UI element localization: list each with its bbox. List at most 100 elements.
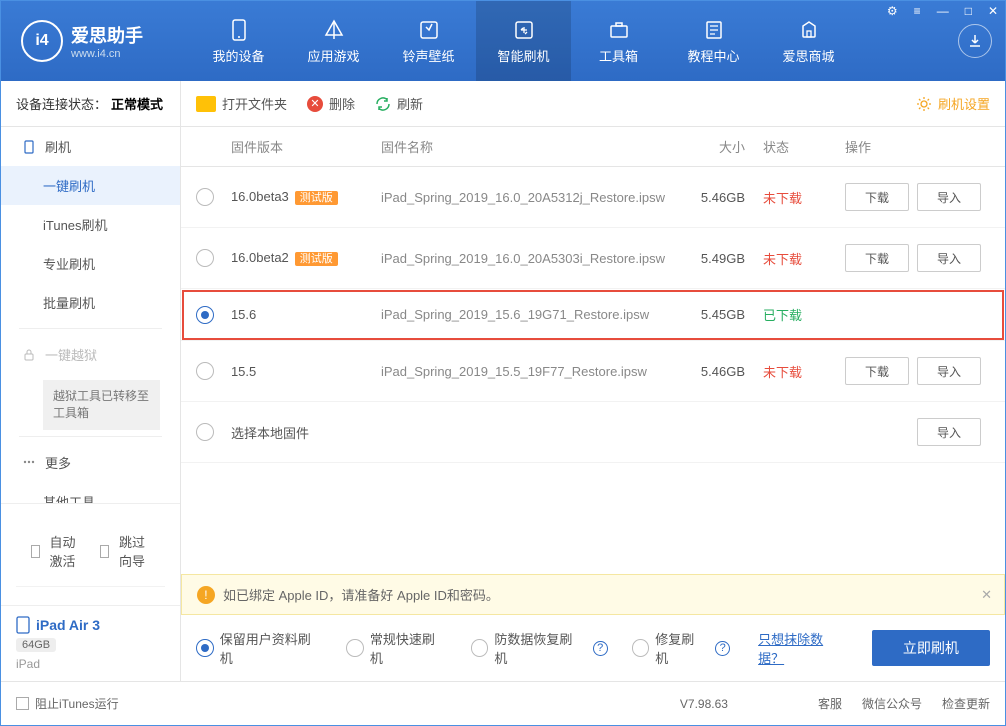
firmware-version: 15.6 (231, 307, 256, 322)
firmware-name: iPad_Spring_2019_16.0_20A5303i_Restore.i… (381, 251, 665, 266)
nav-icon (417, 18, 441, 42)
lock-icon (21, 347, 37, 363)
firmware-size: 5.46GB (665, 364, 745, 379)
header-version: 固件版本 (231, 137, 381, 156)
download-button[interactable]: 下载 (845, 244, 909, 272)
maximize-icon[interactable]: □ (961, 2, 976, 20)
flash-now-button[interactable]: 立即刷机 (872, 630, 990, 666)
gear-icon (916, 96, 932, 112)
header-ops: 操作 (825, 137, 990, 156)
flash-icon (21, 139, 37, 155)
warning-icon: ! (197, 586, 215, 604)
help-icon[interactable]: ? (593, 641, 608, 656)
erase-data-link[interactable]: 只想抹除数据？ (758, 629, 848, 667)
nav-tab-6[interactable]: 爱思商城 (761, 1, 856, 81)
nav-tab-4[interactable]: 工具箱 (571, 1, 666, 81)
import-button[interactable]: 导入 (917, 244, 981, 272)
opt-normal[interactable]: 常规快速刷机 (346, 629, 447, 667)
import-button[interactable]: 导入 (917, 418, 981, 446)
status-label: 设备连接状态： (16, 94, 107, 113)
download-button[interactable]: 下载 (845, 183, 909, 211)
beta-badge: 测试版 (295, 191, 338, 205)
firmware-version: 16.0beta3 (231, 189, 289, 204)
refresh-button[interactable]: 刷新 (375, 94, 423, 113)
header-size: 大小 (665, 137, 745, 156)
notice-text: 如已绑定 Apple ID，请准备好 Apple ID和密码。 (223, 585, 499, 604)
sidebar-item-itunes-flash[interactable]: iTunes刷机 (1, 205, 180, 244)
row-radio[interactable] (196, 306, 214, 324)
firmware-row[interactable]: 16.0beta2测试版iPad_Spring_2019_16.0_20A530… (181, 228, 1005, 289)
firmware-name: iPad_Spring_2019_15.6_19G71_Restore.ipsw (381, 307, 649, 322)
skip-wizard-label: 跳过向导 (119, 532, 150, 570)
nav-tab-5[interactable]: 教程中心 (666, 1, 761, 81)
firmware-name: iPad_Spring_2019_16.0_20A5312j_Restore.i… (381, 190, 665, 205)
sidebar-section-more[interactable]: 更多 (1, 443, 180, 482)
firmware-status: 未下载 (745, 362, 825, 381)
block-itunes-option[interactable]: 阻止iTunes运行 (16, 695, 119, 712)
opt-anti-recovery[interactable]: 防数据恢复刷机? (471, 629, 608, 667)
notice-close-icon[interactable]: ✕ (981, 587, 992, 603)
menu-icon[interactable]: ≡ (910, 2, 925, 20)
row-radio[interactable] (196, 423, 214, 441)
logo-icon: i4 (21, 20, 63, 62)
nav-icon (512, 18, 536, 42)
firmware-row[interactable]: 15.5iPad_Spring_2019_15.5_19F77_Restore.… (181, 341, 1005, 402)
sidebar-item-oneclick-flash[interactable]: 一键刷机 (1, 166, 180, 205)
firmware-status: 未下载 (745, 188, 825, 207)
download-button[interactable]: 下载 (845, 357, 909, 385)
app-title: 爱思助手 (71, 22, 143, 48)
delete-button[interactable]: ✕ 删除 (307, 94, 355, 113)
skip-wizard-checkbox[interactable] (100, 545, 109, 558)
firmware-version: 16.0beta2 (231, 250, 289, 265)
download-manager-icon[interactable] (958, 24, 992, 58)
help-icon[interactable]: ? (715, 641, 730, 656)
auto-activate-checkbox[interactable] (31, 545, 40, 558)
customer-service-link[interactable]: 客服 (818, 695, 842, 712)
version-label: V7.98.63 (680, 697, 728, 711)
nav-tab-3[interactable]: 智能刷机 (476, 1, 571, 81)
folder-icon (196, 96, 216, 112)
check-update-link[interactable]: 检查更新 (942, 695, 990, 712)
sidebar-item-batch-flash[interactable]: 批量刷机 (1, 283, 180, 322)
device-icon (16, 616, 30, 634)
flash-settings-button[interactable]: 刷机设置 (916, 94, 990, 113)
sidebar-section-flash[interactable]: 刷机 (1, 127, 180, 166)
settings-icon[interactable]: ⚙ (883, 2, 902, 20)
nav-icon (227, 18, 251, 42)
opt-repair[interactable]: 修复刷机? (632, 629, 731, 667)
nav-tab-0[interactable]: 我的设备 (191, 1, 286, 81)
device-type: iPad (16, 657, 165, 671)
open-folder-button[interactable]: 打开文件夹 (196, 94, 287, 113)
close-icon[interactable]: ✕ (984, 2, 1002, 20)
sidebar-item-pro-flash[interactable]: 专业刷机 (1, 244, 180, 283)
row-radio[interactable] (196, 188, 214, 206)
firmware-row[interactable]: 15.6 iPad_Spring_2019_15.6_19G71_Restore.… (181, 289, 1005, 341)
more-icon (21, 454, 37, 470)
local-firmware-row[interactable]: 选择本地固件 导入 (181, 402, 1005, 463)
firmware-row[interactable]: 16.0beta3 测试版 iPad_Spring_2019_16.0_20A531… (181, 167, 1005, 228)
import-button[interactable]: 导入 (917, 183, 981, 211)
wechat-link[interactable]: 微信公众号 (862, 695, 922, 712)
row-radio[interactable] (196, 362, 214, 380)
opt-keep-data[interactable]: 保留用户资料刷机 (196, 629, 322, 667)
nav-icon (702, 18, 726, 42)
jailbreak-note: 越狱工具已转移至工具箱 (43, 380, 160, 430)
sidebar-item-other-tools[interactable]: 其他工具 (1, 482, 180, 503)
device-capacity: 64GB (16, 638, 56, 652)
logo: i4 爱思助手 www.i4.cn (1, 20, 191, 62)
firmware-status: 已下载 (745, 305, 825, 324)
bottom-bar: 阻止iTunes运行 V7.98.63 客服 微信公众号 检查更新 (1, 681, 1005, 725)
firmware-size: 5.49GB (665, 251, 745, 266)
status-bar: 设备连接状态： 正常模式 (1, 81, 180, 127)
nav-icon (797, 18, 821, 42)
firmware-status: 未下载 (745, 249, 825, 268)
row-radio[interactable] (196, 249, 214, 267)
nav-tab-1[interactable]: 应用游戏 (286, 1, 381, 81)
nav-icon (322, 18, 346, 42)
nav-tab-2[interactable]: 铃声壁纸 (381, 1, 476, 81)
local-firmware-label: 选择本地固件 (231, 423, 381, 442)
minimize-icon[interactable]: — (933, 2, 953, 20)
firmware-name: iPad_Spring_2019_15.5_19F77_Restore.ipsw (381, 364, 647, 379)
import-button[interactable]: 导入 (917, 357, 981, 385)
header-status: 状态 (745, 137, 825, 156)
